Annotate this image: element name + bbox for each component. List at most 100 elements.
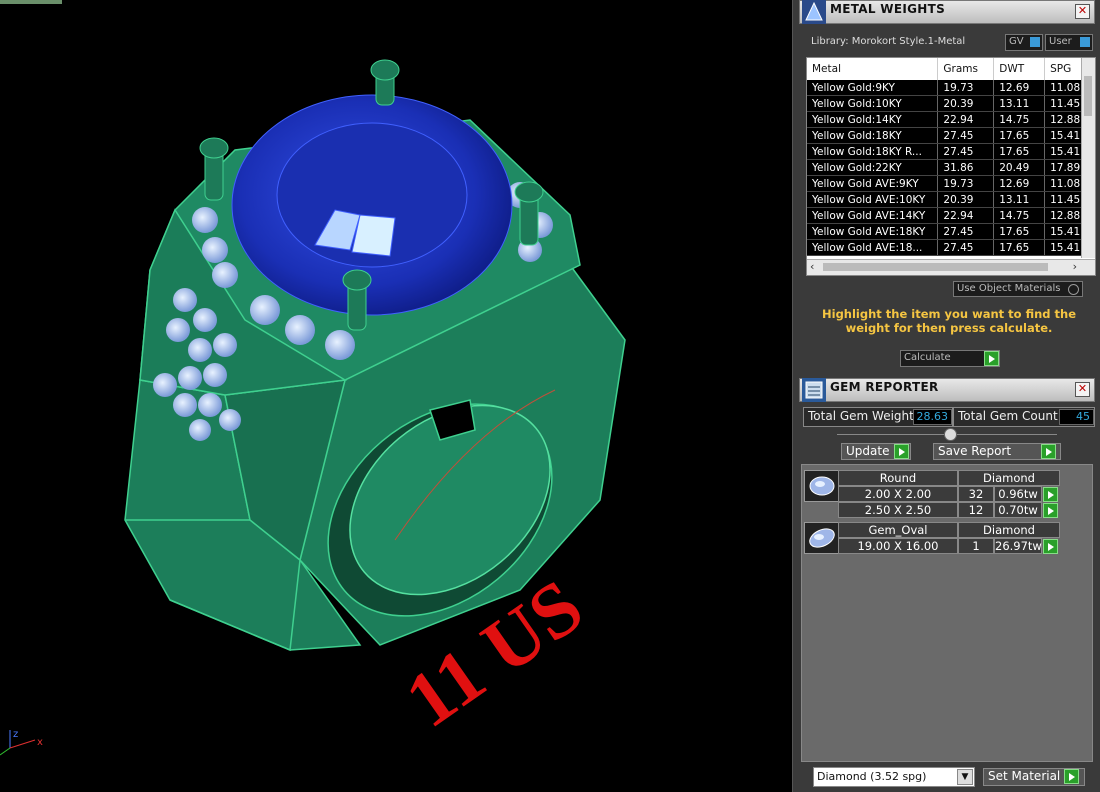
- col-metal[interactable]: Metal: [807, 58, 939, 80]
- gem-reporter-titlebar[interactable]: GEM REPORTER ✕: [799, 378, 1095, 402]
- scroll-left-icon: ‹: [810, 260, 815, 273]
- metal-cell: Yellow Gold AVE:10KY: [807, 191, 939, 208]
- gem-row-count[interactable]: 32: [958, 486, 994, 502]
- metal-cell: Yellow Gold:22KY: [807, 159, 939, 176]
- set-material-arrow-icon[interactable]: [1064, 769, 1079, 784]
- gem-row-size[interactable]: 2.50 X 2.50: [838, 502, 958, 518]
- dwt-cell: 20.49: [993, 159, 1046, 176]
- material-select[interactable]: Diamond (3.52 spg) ▼: [813, 767, 975, 787]
- metal-row[interactable]: Yellow Gold AVE:9KY 19.73 12.69 11.08: [807, 175, 1095, 192]
- gem-row-count[interactable]: 1: [958, 538, 994, 554]
- metal-row[interactable]: Yellow Gold AVE:18KY 27.45 17.65 15.41: [807, 223, 1095, 240]
- grams-cell: 22.94: [937, 111, 995, 128]
- ring-model[interactable]: 11 US z x: [0, 0, 792, 792]
- svg-text:x: x: [37, 737, 43, 748]
- svg-text:z: z: [13, 729, 18, 740]
- grams-cell: 27.45: [937, 239, 995, 256]
- metal-cell: Yellow Gold AVE:18KY: [807, 223, 939, 240]
- gem-list[interactable]: Round Diamond 2.00 X 2.00 32 0.96tw 2.50…: [801, 464, 1093, 762]
- grams-cell: 27.45: [937, 143, 995, 160]
- group-shape-round[interactable]: Round: [838, 470, 958, 486]
- use-object-materials-checkbox[interactable]: Use Object Materials: [953, 281, 1083, 297]
- library-label: Library: Morokort Style.1-Metal: [811, 36, 966, 47]
- gem-row-weight[interactable]: 26.97tw: [994, 538, 1042, 554]
- metal-cell: Yellow Gold:14KY: [807, 111, 939, 128]
- gv-toggle[interactable]: GV: [1005, 34, 1043, 51]
- dwt-cell: 12.69: [993, 80, 1046, 96]
- grams-cell: 22.94: [937, 207, 995, 224]
- round-gem-icon: [804, 470, 840, 502]
- gem-row-count[interactable]: 12: [958, 502, 994, 518]
- metal-row[interactable]: Yellow Gold:18KY R... 27.45 17.65 15.41: [807, 143, 1095, 160]
- dwt-cell: 14.75: [993, 207, 1046, 224]
- save-report-arrow-icon[interactable]: [1041, 444, 1056, 459]
- dropdown-chevron-icon: ▼: [957, 769, 973, 785]
- metal-row[interactable]: Yellow Gold AVE:14KY 22.94 14.75 12.88: [807, 207, 1095, 224]
- gem-reporter-close-icon[interactable]: ✕: [1075, 382, 1090, 397]
- gem-row-weight[interactable]: 0.96tw: [994, 486, 1042, 502]
- gem-row-size[interactable]: 2.00 X 2.00: [838, 486, 958, 502]
- metal-row[interactable]: Yellow Gold AVE:18... 27.45 17.65 15.41: [807, 239, 1095, 256]
- metal-cell: Yellow Gold AVE:14KY: [807, 207, 939, 224]
- metal-cell: Yellow Gold AVE:18...: [807, 239, 939, 256]
- oval-gem-icon: [804, 522, 840, 554]
- metal-row[interactable]: Yellow Gold:18KY 27.45 17.65 15.41: [807, 127, 1095, 144]
- dwt-cell: 17.65: [993, 143, 1046, 160]
- update-arrow-icon[interactable]: [894, 444, 909, 459]
- group-shape-oval[interactable]: Gem_Oval: [838, 522, 958, 538]
- grams-cell: 31.86: [937, 159, 995, 176]
- user-toggle[interactable]: User: [1045, 34, 1093, 51]
- metal-cell: Yellow Gold:18KY: [807, 127, 939, 144]
- dwt-cell: 14.75: [993, 111, 1046, 128]
- gem-row-size[interactable]: 19.00 X 16.00: [838, 538, 958, 554]
- group-material-round[interactable]: Diamond: [958, 470, 1060, 486]
- metal-table-vscroll[interactable]: [1081, 58, 1095, 258]
- total-gem-count-value: 45: [1059, 409, 1094, 425]
- grams-cell: 20.39: [937, 95, 995, 112]
- metal-row[interactable]: Yellow Gold:22KY 31.86 20.49 17.89: [807, 159, 1095, 176]
- gem-row-arrow-icon[interactable]: [1043, 503, 1058, 518]
- grams-cell: 19.73: [937, 175, 995, 192]
- col-grams[interactable]: Grams: [937, 58, 995, 80]
- metal-weights-titlebar[interactable]: METAL WEIGHTS ✕: [799, 0, 1095, 24]
- center-gem: [231, 94, 513, 316]
- grams-cell: 20.39: [937, 191, 995, 208]
- grams-cell: 27.45: [937, 223, 995, 240]
- metal-row[interactable]: Yellow Gold:9KY 19.73 12.69 11.08: [807, 80, 1095, 96]
- metal-table-hscroll[interactable]: ‹ ›: [807, 259, 1095, 275]
- 3d-viewport[interactable]: 11 US z x: [0, 0, 792, 792]
- metal-table[interactable]: Metal Grams DWT SPG Yellow Gold:9KY 19.73…: [806, 57, 1096, 276]
- gem-reporter-icon: [802, 378, 826, 402]
- gem-row-arrow-icon[interactable]: [1043, 487, 1058, 502]
- col-dwt[interactable]: DWT: [993, 58, 1046, 80]
- dwt-cell: 13.11: [993, 95, 1046, 112]
- metal-weights-icon: [802, 0, 826, 24]
- scroll-right-icon: ›: [1072, 260, 1077, 273]
- dwt-cell: 17.65: [993, 239, 1046, 256]
- gem-reporter-title: GEM REPORTER: [830, 380, 939, 394]
- metal-cell: Yellow Gold:18KY R...: [807, 143, 939, 160]
- metal-cell: Yellow Gold:9KY: [807, 80, 939, 96]
- metal-weights-close-icon[interactable]: ✕: [1075, 4, 1090, 19]
- total-gem-weight-value: 28.63: [913, 409, 952, 425]
- group-material-oval[interactable]: Diamond: [958, 522, 1060, 538]
- axis-gizmo: z x: [0, 729, 43, 756]
- dwt-cell: 17.65: [993, 127, 1046, 144]
- metal-row[interactable]: Yellow Gold:10KY 20.39 13.11 11.45: [807, 95, 1095, 112]
- metal-weights-title: METAL WEIGHTS: [830, 2, 946, 16]
- gem-row-weight[interactable]: 0.70tw: [994, 502, 1042, 518]
- dwt-cell: 17.65: [993, 223, 1046, 240]
- right-panel: METAL WEIGHTS ✕ Library: Morokort Style.…: [792, 0, 1100, 792]
- grams-cell: 19.73: [937, 80, 995, 96]
- metal-row[interactable]: Yellow Gold AVE:10KY 20.39 13.11 11.45: [807, 191, 1095, 208]
- dwt-cell: 13.11: [993, 191, 1046, 208]
- gem-row-arrow-icon[interactable]: [1043, 539, 1058, 554]
- grams-cell: 27.45: [937, 127, 995, 144]
- gem-slider-handle[interactable]: [944, 428, 957, 441]
- metal-cell: Yellow Gold AVE:9KY: [807, 175, 939, 192]
- metal-cell: Yellow Gold:10KY: [807, 95, 939, 112]
- metal-row[interactable]: Yellow Gold:14KY 22.94 14.75 12.88: [807, 111, 1095, 128]
- metal-table-header: Metal Grams DWT SPG: [807, 58, 1095, 80]
- dwt-cell: 12.69: [993, 175, 1046, 192]
- calculate-button[interactable]: [984, 351, 999, 366]
